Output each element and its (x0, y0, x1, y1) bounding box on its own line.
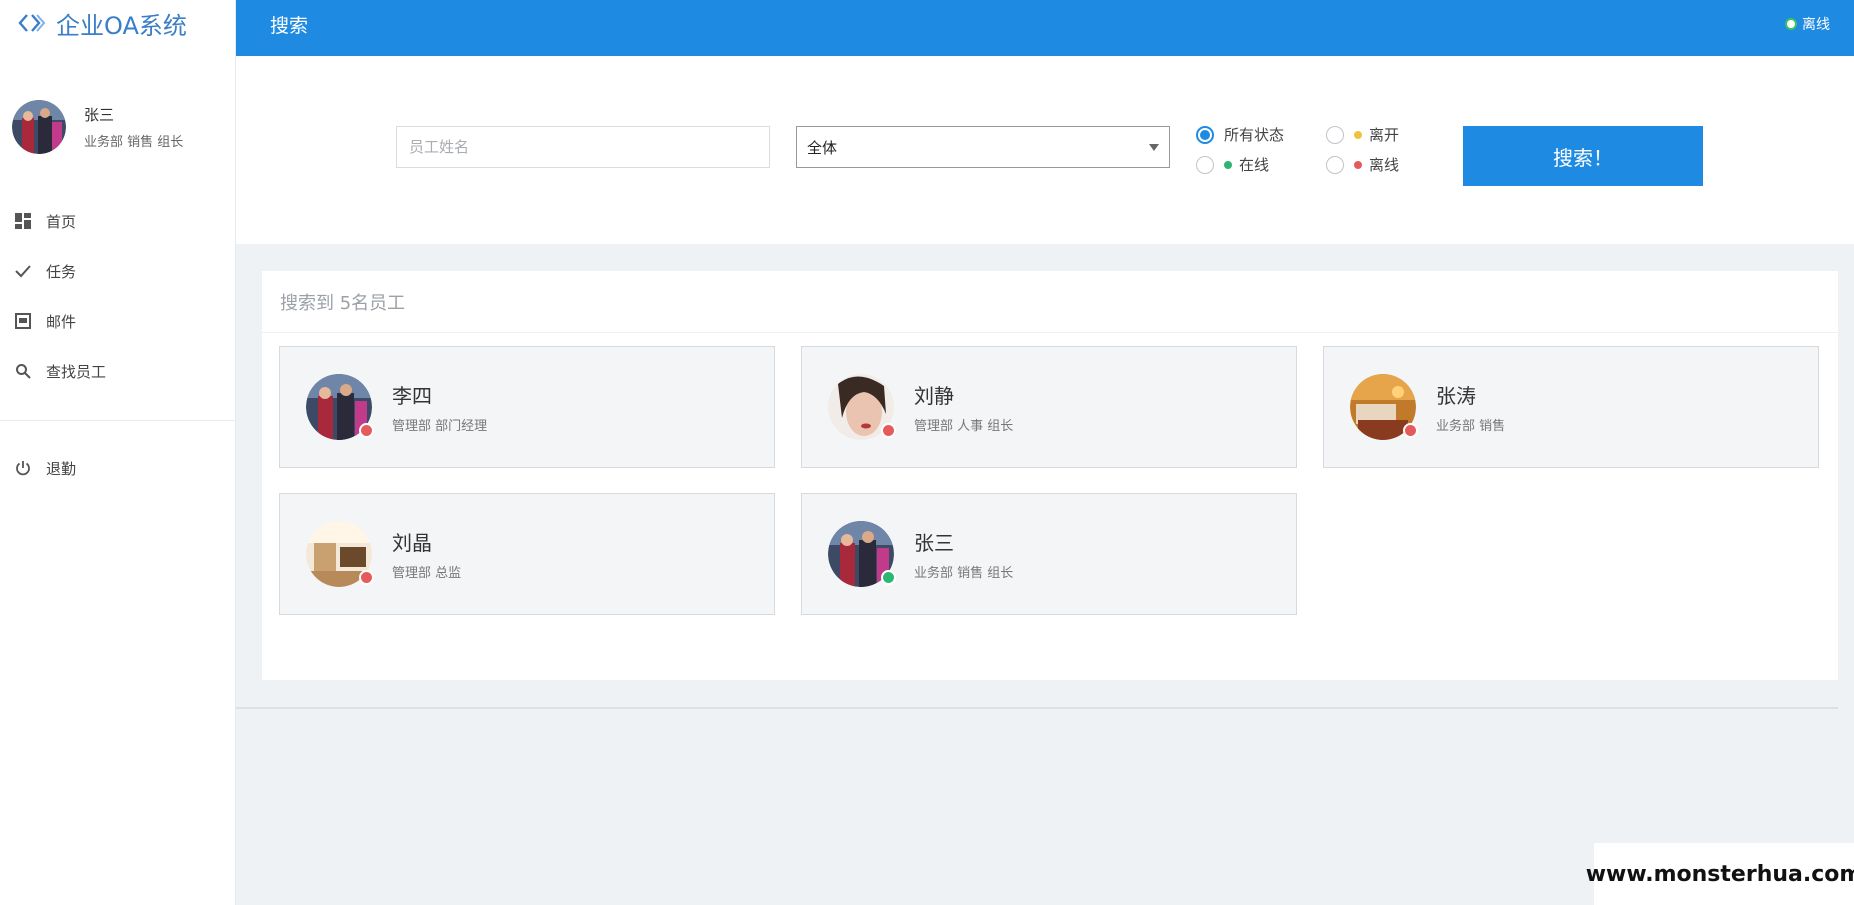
sidebar-item-label: 邮件 (46, 312, 77, 331)
employee-role: 管理部 部门经理 (392, 419, 488, 434)
sidebar-item-logout[interactable]: 退勤 (0, 443, 235, 493)
avatar (828, 521, 896, 587)
sidebar-item-label: 退勤 (46, 459, 77, 478)
employee-name: 张涛 (1436, 384, 1476, 408)
search-button[interactable]: 搜索！ (1463, 126, 1703, 186)
employee-card[interactable]: 李四 管理部 部门经理 (279, 346, 775, 468)
current-user: 张三 业务部 销售 组长 (0, 46, 235, 178)
away-dot-icon (1354, 130, 1362, 139)
employee-name: 张三 (914, 531, 954, 555)
logo-icon (18, 14, 46, 32)
department-select-value: 全体 (807, 138, 838, 157)
sidebar-nav: 首页 任务 邮件 查找员工 退勤 (0, 196, 235, 493)
content-divider (236, 707, 1838, 709)
status-dot-icon (359, 423, 374, 438)
status-radio-all[interactable]: 所有状态 (1196, 124, 1284, 145)
user-role: 业务部 销售 组长 (84, 135, 184, 150)
employee-card[interactable]: 张涛 业务部 销售 (1323, 346, 1819, 468)
employee-name: 刘静 (914, 384, 954, 408)
results-count: 搜索到 5名员工 (262, 271, 1838, 333)
dashboard-icon (14, 212, 32, 230)
radio-circle (1196, 125, 1214, 144)
sidebar-item-mail[interactable]: 邮件 (0, 296, 235, 346)
avatar (306, 374, 374, 440)
status-dot-icon (881, 570, 896, 585)
chevron-down-icon (1149, 144, 1159, 151)
sidebar-item-tasks[interactable]: 任务 (0, 246, 235, 296)
avatar[interactable] (12, 100, 66, 154)
user-avatar-image (12, 100, 66, 154)
avatar (828, 374, 896, 440)
employee-card[interactable]: 刘静 管理部 人事 组长 (801, 346, 1297, 468)
employee-role: 管理部 人事 组长 (914, 419, 1014, 434)
header-bar: 搜索 离线 (236, 0, 1854, 56)
offline-dot-icon (1354, 160, 1362, 169)
radio-label: 离开 (1369, 126, 1400, 144)
status-text: 离线 (1802, 17, 1830, 33)
status-radio-away[interactable]: 离开 (1326, 124, 1399, 145)
sidebar-item-label: 任务 (46, 262, 77, 281)
status-dot-icon (881, 423, 896, 438)
employee-name: 李四 (392, 384, 432, 408)
avatar (1350, 374, 1418, 440)
watermark: www.monsterhua.com (1586, 843, 1854, 905)
employee-card[interactable]: 张三 业务部 销售 组长 (801, 493, 1297, 615)
search-icon (14, 362, 32, 380)
radio-circle (1196, 155, 1214, 174)
check-icon (14, 262, 32, 280)
employee-role: 业务部 销售 (1436, 419, 1506, 434)
radio-label: 离线 (1369, 156, 1400, 174)
employee-name-input[interactable] (396, 126, 770, 168)
employee-name: 刘晶 (392, 531, 432, 555)
status-radio-online[interactable]: 在线 (1196, 154, 1269, 175)
sidebar-item-find-employee[interactable]: 查找员工 (0, 346, 235, 396)
online-dot-icon (1224, 160, 1232, 169)
results-panel: 搜索到 5名员工 李四 管理部 部门经理 刘静 管理部 人事 组长 张涛 业务部… (262, 271, 1838, 680)
status-filter: 所有状态 离开 在线 离线 (1196, 124, 1416, 184)
radio-label: 所有状态 (1224, 126, 1285, 144)
status-indicator[interactable]: 离线 (1785, 14, 1830, 34)
mail-icon (14, 312, 32, 330)
sidebar-item-home[interactable]: 首页 (0, 196, 235, 246)
sidebar: 企业OA系统 张三 业务部 销售 组长 首页 任务 邮件 查找员工 退勤 (0, 0, 236, 905)
app-logo[interactable]: 企业OA系统 (0, 0, 235, 46)
radio-circle (1326, 155, 1344, 174)
search-panel: 全体 所有状态 离开 在线 离线 搜索！ (236, 56, 1854, 244)
employee-role: 管理部 总监 (392, 566, 462, 581)
employee-role: 业务部 销售 组长 (914, 566, 1014, 581)
status-dot-icon (1403, 423, 1418, 438)
employee-card-list: 李四 管理部 部门经理 刘静 管理部 人事 组长 张涛 业务部 销售 刘晶 管理… (279, 346, 1829, 646)
page-title: 搜索 (270, 15, 309, 37)
app-title: 企业OA系统 (56, 11, 187, 40)
department-select[interactable]: 全体 (796, 126, 1170, 168)
sidebar-item-label: 查找员工 (46, 362, 107, 381)
status-ring-icon (1785, 18, 1797, 30)
user-name: 张三 (84, 106, 115, 124)
sidebar-item-label: 首页 (46, 212, 77, 231)
status-dot-icon (359, 570, 374, 585)
status-radio-offline[interactable]: 离线 (1326, 154, 1399, 175)
radio-circle (1326, 125, 1344, 144)
radio-label: 在线 (1239, 156, 1270, 174)
employee-card[interactable]: 刘晶 管理部 总监 (279, 493, 775, 615)
avatar (306, 521, 374, 587)
power-icon (14, 459, 32, 477)
nav-divider (0, 420, 235, 421)
